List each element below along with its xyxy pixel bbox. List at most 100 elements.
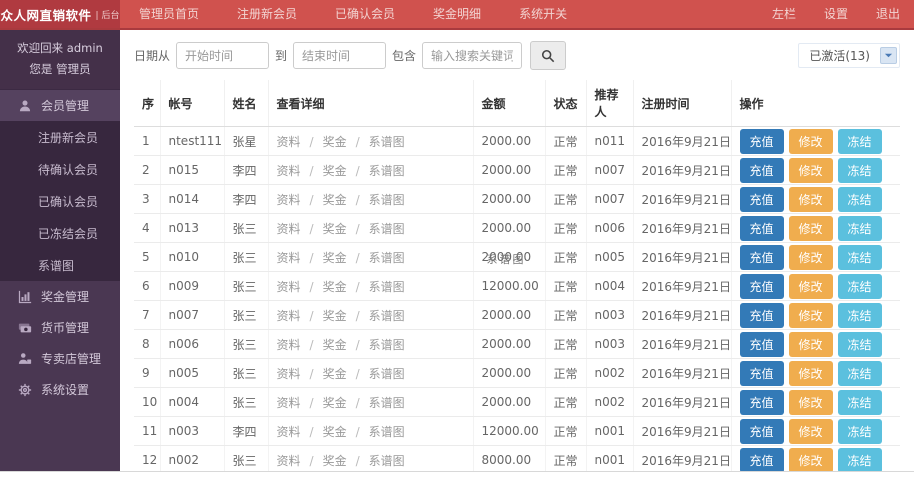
modify-button[interactable]: 修改 [789,303,833,328]
genealogy-link[interactable]: 系谱图 [369,454,405,468]
recharge-button[interactable]: 充值 [740,448,784,473]
genealogy-link[interactable]: 系谱图 [369,193,405,207]
topnav-logout[interactable]: 退出 [862,0,914,28]
modify-button[interactable]: 修改 [789,216,833,241]
bonus-link[interactable]: 奖金 [323,338,347,352]
recharge-button[interactable]: 充值 [740,129,784,154]
recharge-button[interactable]: 充值 [740,274,784,299]
profile-link[interactable]: 资料 [277,338,301,352]
profile-link[interactable]: 资料 [277,309,301,323]
keyword-input[interactable] [422,42,522,69]
profile-link[interactable]: 资料 [277,367,301,381]
genealogy-link[interactable]: 系谱图 [369,135,405,149]
sidebar-item-member-management[interactable]: 会员管理 [0,90,120,121]
recharge-button[interactable]: 充值 [740,303,784,328]
modify-button[interactable]: 修改 [789,158,833,183]
sidebar-subitem-confirmed-members[interactable]: 已确认会员 [0,185,120,217]
topnav-system-switch[interactable]: 系统开关 [500,0,586,28]
bonus-link[interactable]: 奖金 [323,193,347,207]
topnav-left-column-toggle[interactable]: 左栏 [758,0,810,28]
modify-button[interactable]: 修改 [789,187,833,212]
modify-button[interactable]: 修改 [789,390,833,415]
bonus-link[interactable]: 奖金 [323,454,347,468]
genealogy-link[interactable]: 系谱图 [369,280,405,294]
date-from-input[interactable] [176,42,269,69]
genealogy-link[interactable]: 系谱图 [369,222,405,236]
modify-button[interactable]: 修改 [789,332,833,357]
bonus-link[interactable]: 奖金 [323,396,347,410]
modify-button[interactable]: 修改 [789,448,833,473]
sidebar-subitem-frozen-members[interactable]: 已冻结会员 [0,217,120,249]
topnav-register-member[interactable]: 注册新会员 [218,0,316,28]
bonus-link[interactable]: 奖金 [323,135,347,149]
sidebar-item-system-settings[interactable]: 系统设置 [0,374,120,405]
profile-link[interactable]: 资料 [277,454,301,468]
freeze-button[interactable]: 冻结 [838,419,882,444]
freeze-button[interactable]: 冻结 [838,216,882,241]
modify-button[interactable]: 修改 [789,419,833,444]
genealogy-link[interactable]: 系谱图 [369,396,405,410]
recharge-button[interactable]: 充值 [740,361,784,386]
recharge-button[interactable]: 充值 [740,216,784,241]
profile-link[interactable]: 资料 [277,251,301,265]
recharge-button[interactable]: 充值 [740,158,784,183]
sidebar-subitem-genealogy[interactable]: 系谱图 [0,249,120,281]
sidebar-item-bonus-management[interactable]: 奖金管理 [0,281,120,312]
genealogy-link[interactable]: 系谱图 [369,251,405,265]
topnav-settings[interactable]: 设置 [810,0,862,28]
sidebar-subitem-pending-members[interactable]: 待确认会员 [0,153,120,185]
freeze-button[interactable]: 冻结 [838,332,882,357]
freeze-button[interactable]: 冻结 [838,158,882,183]
freeze-button[interactable]: 冻结 [838,129,882,154]
recharge-button[interactable]: 充值 [740,187,784,212]
modify-button[interactable]: 修改 [789,274,833,299]
status-filter-select[interactable]: 已激活(13) [798,43,900,68]
genealogy-link[interactable]: 系谱图 [369,164,405,178]
genealogy-link[interactable]: 系谱图 [369,309,405,323]
sidebar-subitem-register-member[interactable]: 注册新会员 [0,121,120,153]
topnav-admin-home[interactable]: 管理员首页 [120,0,218,28]
bonus-link[interactable]: 奖金 [323,367,347,381]
profile-link[interactable]: 资料 [277,222,301,236]
bonus-link[interactable]: 奖金 [323,251,347,265]
date-to-input[interactable] [293,42,386,69]
profile-link[interactable]: 资料 [277,164,301,178]
bonus-link[interactable]: 奖金 [323,309,347,323]
bonus-link[interactable]: 奖金 [323,280,347,294]
profile-link[interactable]: 资料 [277,135,301,149]
search-button[interactable] [530,41,566,70]
modify-button[interactable]: 修改 [789,129,833,154]
freeze-button[interactable]: 冻结 [838,361,882,386]
freeze-button[interactable]: 冻结 [838,390,882,415]
sidebar-item-store-management[interactable]: 专卖店管理 [0,343,120,374]
row-amount: 2000.00 [473,185,545,214]
freeze-button[interactable]: 冻结 [838,187,882,212]
bonus-link[interactable]: 奖金 [323,222,347,236]
profile-link[interactable]: 资料 [277,280,301,294]
freeze-button[interactable]: 冻结 [838,303,882,328]
topnav-confirmed-members[interactable]: 已确认会员 [316,0,414,28]
freeze-button[interactable]: 冻结 [838,245,882,270]
modify-button[interactable]: 修改 [789,245,833,270]
bonus-link[interactable]: 奖金 [323,164,347,178]
genealogy-link[interactable]: 系谱图 [369,425,405,439]
profile-link[interactable]: 资料 [277,193,301,207]
modify-button[interactable]: 修改 [789,361,833,386]
bonus-link[interactable]: 奖金 [323,425,347,439]
freeze-button[interactable]: 冻结 [838,448,882,473]
genealogy-link[interactable]: 系谱图 [369,338,405,352]
sidebar-item-currency-management[interactable]: 货币管理 [0,312,120,343]
keyword-label: 包含 [392,47,416,64]
topnav-bonus-detail[interactable]: 奖金明细 [414,0,500,28]
row-index: 7 [134,301,160,330]
row-index: 3 [134,185,160,214]
recharge-button[interactable]: 充值 [740,332,784,357]
recharge-button[interactable]: 充值 [740,390,784,415]
freeze-button[interactable]: 冻结 [838,274,882,299]
recharge-button[interactable]: 充值 [740,419,784,444]
profile-link[interactable]: 资料 [277,396,301,410]
recharge-button[interactable]: 充值 [740,245,784,270]
date-to-label: 到 [275,47,287,64]
profile-link[interactable]: 资料 [277,425,301,439]
genealogy-link[interactable]: 系谱图 [369,367,405,381]
